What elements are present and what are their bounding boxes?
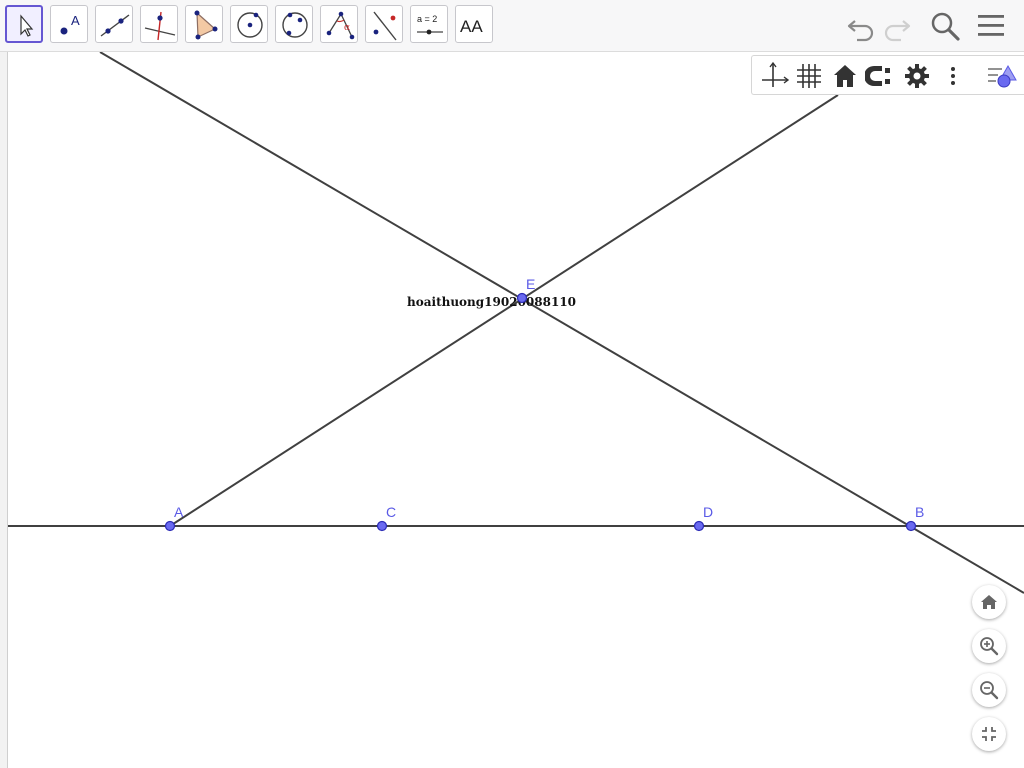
point-label-a: A: [174, 504, 184, 520]
angle-tool-button[interactable]: α: [320, 5, 358, 43]
angle-icon: α: [326, 11, 355, 40]
grid-toggle-button[interactable]: [793, 60, 825, 92]
polygon-icon: [194, 10, 218, 40]
home-view-icon: [981, 595, 997, 609]
text-icon: AA: [460, 17, 483, 36]
undo-icon: [847, 20, 874, 42]
zoom-out-button[interactable]: [972, 673, 1006, 707]
point-label-e: E: [526, 276, 535, 292]
zoom-in-icon: [980, 637, 999, 656]
style-bar-toggle-button[interactable]: [984, 60, 1017, 92]
polygon-tool-button[interactable]: [185, 5, 223, 43]
circle-with-center-icon: [237, 12, 263, 38]
point-label-b: B: [915, 504, 924, 520]
redo-button[interactable]: [880, 9, 914, 43]
text-object[interactable]: hoaithuong19020088110: [407, 295, 576, 309]
zoom-in-button[interactable]: [972, 629, 1006, 663]
home-view-button[interactable]: [972, 585, 1006, 619]
axes-toggle-icon: [762, 61, 790, 87]
line-icon: [100, 14, 130, 37]
standard-view-button[interactable]: [829, 60, 861, 92]
angle-icon-glyph: α: [344, 23, 350, 33]
line-tool-button[interactable]: [95, 5, 133, 43]
graphics-view[interactable]: hoaithuong19020088110 A C D B E: [0, 52, 1024, 768]
circle-center-tool-button[interactable]: [230, 5, 268, 43]
slider-icon-glyph: a = 2: [417, 14, 437, 24]
tool-bar: A α a = 2 AA: [0, 0, 1024, 52]
text-tool-button[interactable]: AA: [455, 5, 493, 43]
move-arrow-icon: [20, 14, 34, 37]
perpendicular-line-icon: [144, 11, 176, 41]
text-icon-glyph: AA: [460, 17, 483, 36]
perpendicular-line-tool-button[interactable]: [140, 5, 178, 43]
style-bar-collapse-icon: [988, 64, 1017, 88]
standard-view-icon: [834, 65, 856, 87]
exit-fullscreen-button[interactable]: [972, 717, 1006, 751]
undo-button[interactable]: [844, 9, 878, 43]
point-label-d: D: [703, 504, 713, 520]
zoom-out-icon: [980, 681, 999, 700]
point-icon-glyph: A: [71, 13, 80, 28]
redo-icon: [884, 20, 911, 42]
reflect-tool-button[interactable]: [365, 5, 403, 43]
search-icon: [931, 12, 960, 41]
circle-through-points-icon: [282, 12, 308, 38]
point-capturing-button[interactable]: [864, 60, 897, 92]
point-tool-button[interactable]: A: [50, 5, 88, 43]
more-options-button[interactable]: [937, 60, 969, 92]
line-ae[interactable]: [169, 94, 839, 527]
reflect-icon: [373, 11, 397, 41]
graphics-settings-button[interactable]: [901, 60, 933, 92]
axes-toggle-button[interactable]: [758, 60, 790, 92]
graphics-settings-icon: [905, 64, 929, 88]
point-icon: A: [60, 13, 80, 35]
menu-icon: [978, 15, 1004, 36]
circle-three-points-tool-button[interactable]: [275, 5, 313, 43]
exit-fullscreen-icon: [982, 727, 996, 741]
line-be[interactable]: [99, 52, 1024, 594]
point-label-c: C: [386, 504, 396, 520]
style-bar: [751, 55, 1024, 95]
search-button[interactable]: [928, 9, 962, 43]
grid-toggle-icon: [797, 64, 821, 88]
more-options-icon: [951, 67, 955, 85]
slider-icon: a = 2: [417, 14, 443, 35]
main-menu-button[interactable]: [975, 9, 1009, 43]
slider-tool-button[interactable]: a = 2: [410, 5, 448, 43]
move-tool-button[interactable]: [5, 5, 43, 43]
point-capturing-icon: [864, 66, 890, 86]
